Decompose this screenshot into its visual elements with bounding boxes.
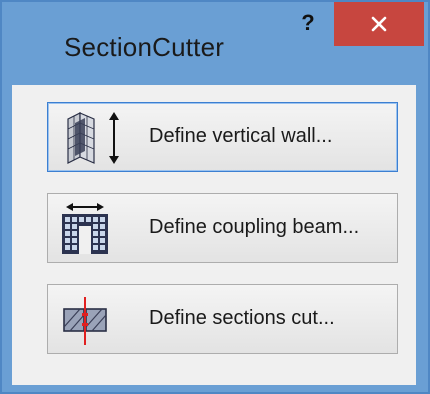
define-vertical-wall-label: Define vertical wall...	[149, 125, 333, 147]
define-coupling-beam-button[interactable]: Define coupling beam...	[47, 193, 398, 263]
title-bar[interactable]: SectionCutter ?	[2, 2, 428, 89]
vertical-wall-icon	[67, 112, 119, 164]
dialog-body: Define vertical wall... Define coupling …	[12, 85, 416, 385]
close-icon	[371, 16, 387, 32]
define-sections-cut-label: Define sections cut...	[149, 307, 335, 329]
define-vertical-wall-button[interactable]: Define vertical wall...	[47, 102, 398, 172]
window-title: SectionCutter	[64, 32, 225, 62]
help-icon: ?	[301, 10, 315, 35]
close-button[interactable]	[334, 2, 424, 46]
section-cut-icon	[63, 297, 107, 345]
define-sections-cut-button[interactable]: Define sections cut...	[47, 284, 398, 354]
dialog-window: SectionCutter ? Define vertical wall... …	[0, 0, 430, 394]
help-button[interactable]: ?	[288, 2, 328, 44]
coupling-beam-icon	[62, 203, 108, 254]
define-coupling-beam-label: Define coupling beam...	[149, 216, 360, 238]
